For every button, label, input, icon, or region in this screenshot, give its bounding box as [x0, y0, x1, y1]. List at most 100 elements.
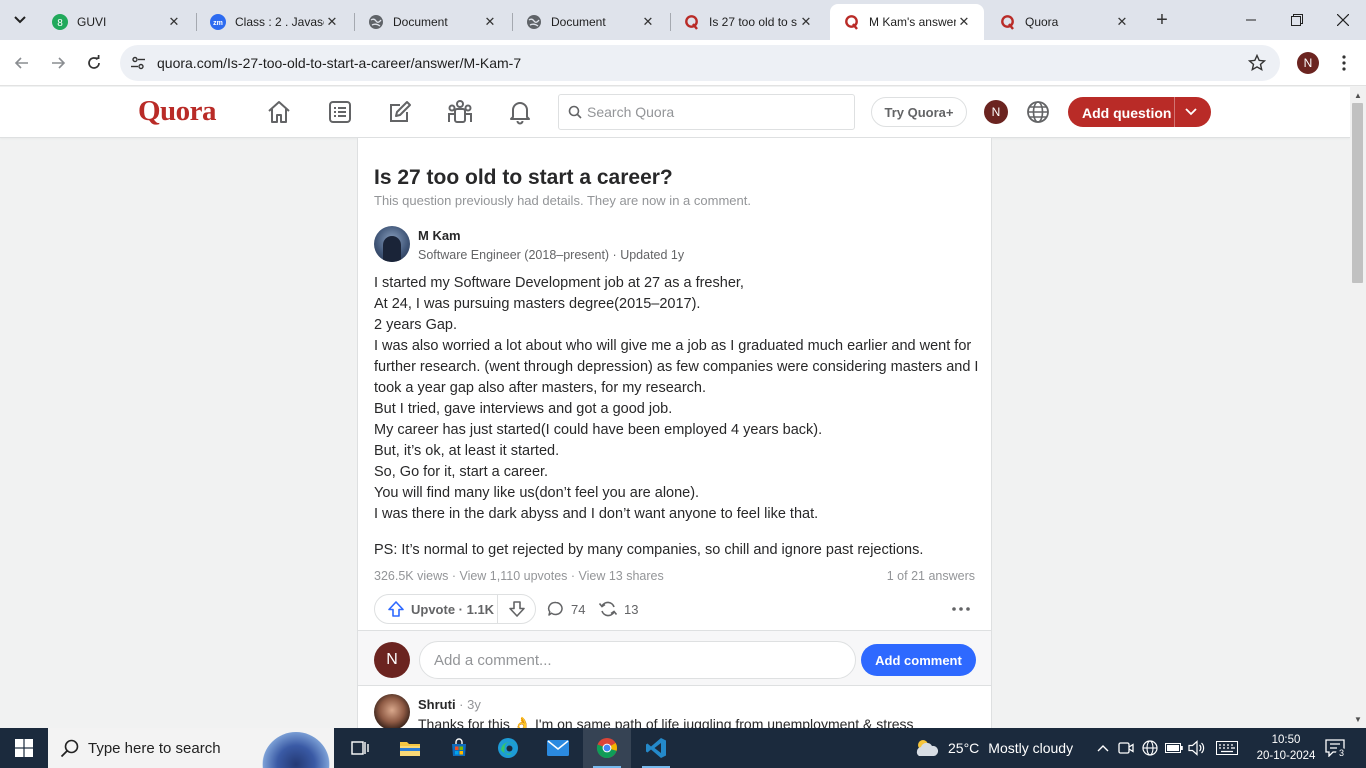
microsoft-store-icon[interactable] — [435, 728, 483, 768]
tab-close-icon[interactable]: ✕ — [956, 14, 972, 30]
network-globe-icon[interactable] — [1141, 739, 1159, 757]
tab-close-icon[interactable]: ✕ — [166, 14, 182, 30]
add-comment-button[interactable]: Add comment — [861, 644, 976, 676]
guvi-icon: 8 — [52, 14, 68, 30]
restore-icon[interactable] — [1274, 0, 1320, 40]
browser-tab-guvi[interactable]: 8 GUVI ✕ — [38, 4, 194, 40]
keyboard-input-icon[interactable] — [1215, 739, 1239, 757]
upvote-button[interactable]: Upvote · 1.1K — [375, 595, 497, 623]
back-arrow-icon[interactable] — [8, 49, 36, 77]
edge-browser-icon[interactable] — [484, 728, 532, 768]
answer-stats[interactable]: 326.5K views · View 1,110 upvotes · View… — [374, 569, 664, 583]
tab-close-icon[interactable]: ✕ — [798, 14, 814, 30]
tab-title: Document — [551, 15, 606, 29]
search-box[interactable] — [558, 94, 855, 130]
weather-temperature: 25°C — [948, 740, 980, 756]
user-avatar[interactable]: N — [984, 100, 1008, 124]
chrome-icon[interactable] — [583, 728, 631, 768]
close-window-icon[interactable] — [1320, 0, 1366, 40]
browser-tab-mkam-answer[interactable]: M Kam's answer ✕ — [830, 4, 984, 40]
browser-tab-document-2[interactable]: Document ✕ — [512, 4, 668, 40]
language-globe-icon[interactable] — [1025, 99, 1051, 125]
show-hidden-icons-chevron-icon[interactable] — [1094, 739, 1112, 757]
file-explorer-icon[interactable] — [386, 728, 434, 768]
comment-time: · 3y — [455, 697, 481, 712]
address-bar[interactable]: quora.com/Is-27-too-old-to-start-a-caree… — [120, 45, 1280, 81]
answer-pencil-icon[interactable] — [383, 96, 417, 128]
tab-close-icon[interactable]: ✕ — [324, 14, 340, 30]
volume-speaker-icon[interactable] — [1188, 739, 1206, 757]
scroll-up-arrow-icon[interactable]: ▲ — [1353, 91, 1363, 101]
browser-tab-quora-question[interactable]: Is 27 too old to s ✕ — [670, 4, 826, 40]
tab-search-menu-icon[interactable] — [8, 8, 32, 32]
author-name[interactable]: M Kam — [418, 228, 461, 243]
browser-tab-document-1[interactable]: Document ✕ — [354, 4, 510, 40]
weather-condition: Mostly cloudy — [988, 740, 1074, 756]
notification-center-icon[interactable]: 3 — [1322, 736, 1348, 760]
notification-count-badge: 3 — [1336, 748, 1347, 759]
reload-icon[interactable] — [80, 49, 108, 77]
minimize-icon[interactable] — [1228, 0, 1274, 40]
quora-header: Quora Try Quora+ N Add question — [0, 87, 1350, 138]
more-options-icon[interactable] — [949, 598, 973, 620]
search-icon — [568, 105, 582, 124]
notifications-bell-icon[interactable] — [503, 96, 537, 128]
browser-menu-icon[interactable] — [1334, 52, 1354, 74]
clock-time: 10:50 — [1271, 734, 1301, 746]
comment-author-name[interactable]: Shruti — [418, 697, 456, 712]
comment-author-line: Shruti · 3y — [418, 697, 481, 712]
search-highlight-image[interactable] — [262, 732, 330, 768]
answer-paragraph: But I tried, gave interviews and got a g… — [374, 401, 673, 417]
windows-start-icon[interactable] — [0, 728, 48, 768]
comments-count: 74 — [571, 601, 586, 617]
author-credential: Software Engineer (2018–present) · Updat… — [418, 248, 685, 262]
add-question-button[interactable]: Add question — [1068, 97, 1211, 127]
upvote-label: Upvote · 1.1K — [411, 601, 495, 617]
system-clock[interactable]: 10:50 20-10-2024 — [1256, 732, 1316, 764]
chevron-down-icon[interactable] — [1182, 104, 1200, 120]
new-tab-plus-icon[interactable]: + — [1150, 8, 1174, 32]
spaces-icon[interactable] — [443, 96, 477, 128]
battery-icon[interactable] — [1165, 739, 1183, 757]
meet-now-camera-icon[interactable] — [1117, 739, 1135, 757]
mail-icon[interactable] — [534, 728, 582, 768]
try-quora-plus-button[interactable]: Try Quora+ — [871, 97, 967, 127]
browser-profile-avatar[interactable]: N — [1297, 52, 1319, 74]
comment-input[interactable] — [434, 652, 834, 669]
comments-button[interactable]: 74 — [547, 597, 585, 621]
quora-logo[interactable]: Quora — [138, 95, 217, 128]
tab-close-icon[interactable]: ✕ — [640, 14, 656, 30]
commenter-avatar[interactable]: N — [374, 642, 410, 678]
button-divider — [1174, 97, 1175, 127]
partly-cloudy-icon — [912, 736, 940, 760]
tab-title: M Kam's answer — [869, 15, 956, 29]
site-info-icon[interactable] — [128, 53, 148, 73]
following-feed-icon[interactable] — [323, 96, 357, 128]
scrollbar-thumb[interactable] — [1352, 103, 1363, 283]
author-avatar[interactable] — [374, 226, 410, 262]
taskbar-search-label: Type here to search — [88, 740, 221, 757]
browser-tab-quora[interactable]: Quora ✕ — [986, 4, 1142, 40]
search-input[interactable] — [587, 103, 842, 121]
share-button[interactable]: 13 — [598, 597, 638, 621]
scroll-down-arrow-icon[interactable]: ▼ — [1353, 715, 1363, 725]
taskbar-search-box[interactable]: Type here to search — [48, 728, 334, 768]
comment-author-avatar[interactable] — [374, 694, 410, 730]
task-view-icon[interactable] — [336, 728, 384, 768]
comment-input-wrapper[interactable] — [419, 641, 856, 679]
page-scrollbar[interactable]: ▲ ▼ — [1350, 87, 1366, 728]
browser-tab-zoom-class[interactable]: zm Class : 2 . Javascr ✕ — [196, 4, 352, 40]
answer-paragraph: At 24, I was pursuing masters degree(201… — [374, 296, 701, 312]
weather-widget[interactable]: 25°C Mostly cloudy — [912, 728, 1073, 768]
question-title[interactable]: Is 27 too old to start a career? — [374, 166, 673, 190]
forward-arrow-icon[interactable] — [44, 49, 72, 77]
url-text[interactable]: quora.com/Is-27-too-old-to-start-a-caree… — [157, 55, 521, 71]
downvote-arrow-icon[interactable] — [498, 595, 535, 623]
reshare-icon — [598, 600, 618, 618]
bookmark-star-icon[interactable] — [1246, 52, 1268, 74]
tab-close-icon[interactable]: ✕ — [1114, 14, 1130, 30]
home-icon[interactable] — [262, 96, 296, 128]
tab-close-icon[interactable]: ✕ — [482, 14, 498, 30]
vscode-icon[interactable] — [632, 728, 680, 768]
tab-title: GUVI — [77, 15, 107, 29]
